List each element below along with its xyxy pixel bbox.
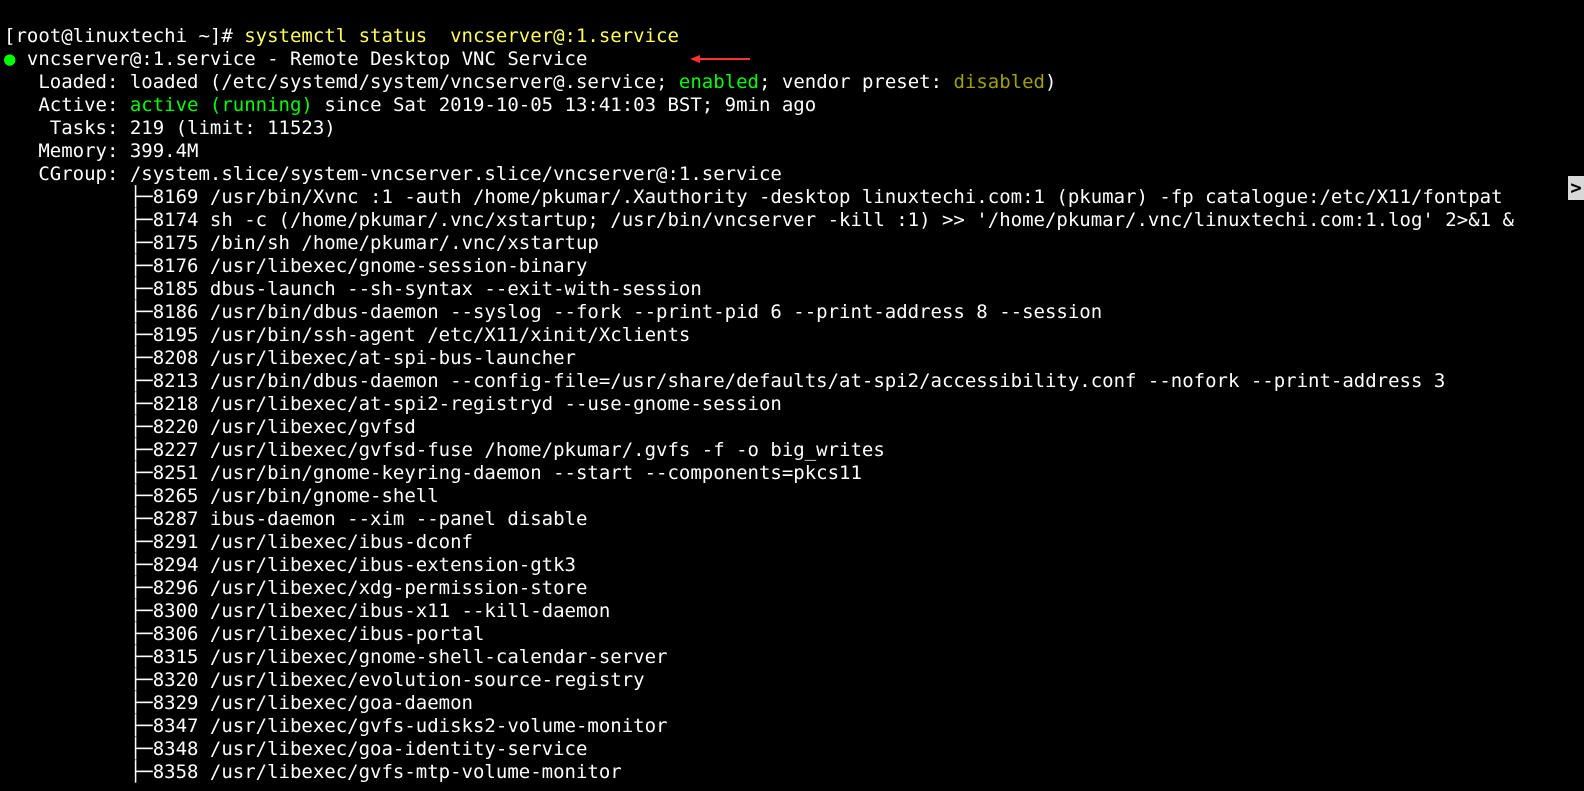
loaded-mid: ; vendor preset: (759, 71, 953, 93)
active-since: since Sat 2019-10-05 13:41:03 BST; 9min … (313, 94, 816, 116)
status-bullet-icon: ● (4, 48, 15, 70)
shell-prompt: [root@linuxtechi ~]# (4, 25, 244, 47)
memory-line: Memory: 399.4M (4, 140, 198, 162)
tasks-line: Tasks: 219 (limit: 11523) (4, 117, 336, 139)
terminal-output[interactable]: [root@linuxtechi ~]# systemctl status vn… (0, 0, 1584, 791)
loaded-disabled: disabled (953, 71, 1045, 93)
cgroup-line: CGroup: /system.slice/system-vncserver.s… (4, 163, 782, 185)
service-name: vncserver@:1.service - Remote Desktop VN… (27, 48, 588, 70)
loaded-label: Loaded: (4, 71, 130, 93)
loaded-post: ) (1045, 71, 1056, 93)
process-tree: ├─8169 /usr/bin/Xvnc :1 -auth /home/pkum… (4, 186, 1580, 784)
line-overflow-indicator-icon: > (1568, 176, 1584, 200)
shell-command: systemctl status vncserver@:1.service (244, 25, 679, 47)
active-label: Active: (4, 94, 130, 116)
loaded-pre: loaded (/etc/systemd/system/vncserver@.s… (130, 71, 679, 93)
loaded-enabled: enabled (679, 71, 759, 93)
active-state: active (running) (130, 94, 313, 116)
annotation-arrow-icon (690, 8, 750, 16)
